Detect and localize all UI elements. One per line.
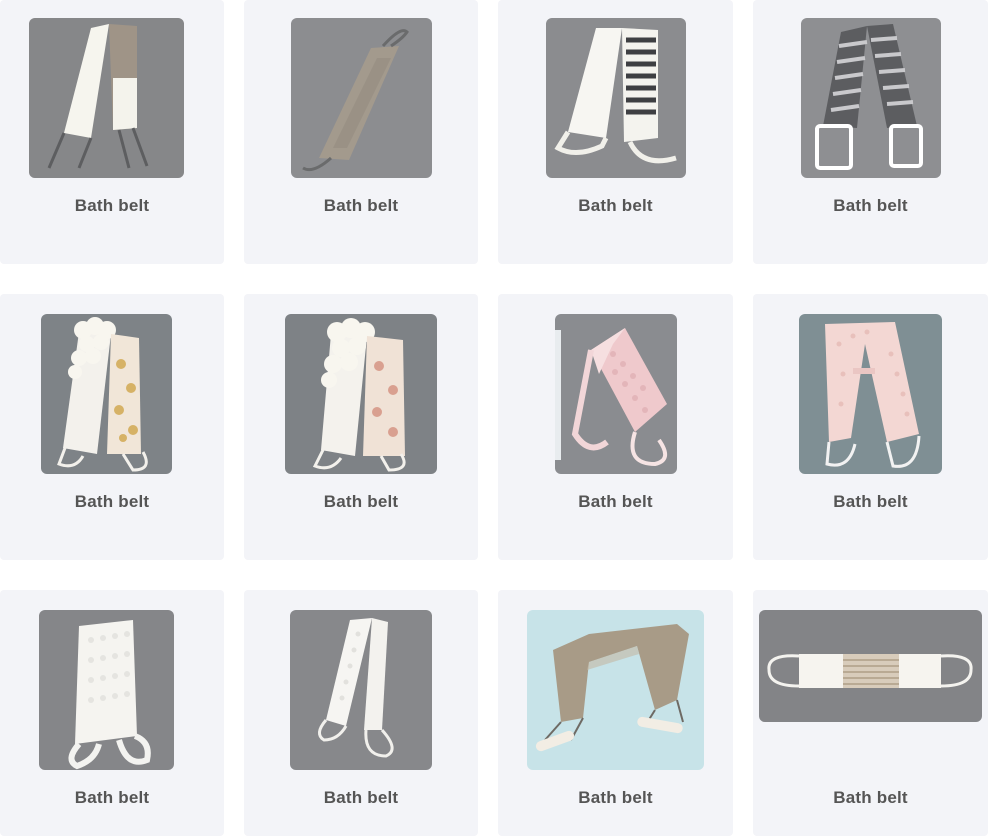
bath-belt-white-narrow-icon[interactable] — [290, 610, 432, 770]
product-card[interactable]: Bath belt — [498, 590, 733, 836]
product-card[interactable]: Bath belt — [753, 0, 988, 264]
bath-belt-white-quilted-icon[interactable] — [39, 610, 174, 770]
product-card[interactable]: Bath belt — [0, 0, 224, 264]
bath-belt-ruffle-floral-wide-icon[interactable] — [285, 314, 437, 474]
product-name[interactable]: Bath belt — [753, 492, 988, 512]
product-name[interactable]: Bath belt — [0, 492, 224, 512]
bath-belt-horizontal-icon[interactable] — [759, 610, 982, 722]
bath-belt-jute-wooden-handles-icon[interactable] — [527, 610, 704, 770]
bath-belt-pink-long-icon[interactable] — [799, 314, 942, 474]
product-name[interactable]: Bath belt — [753, 788, 988, 808]
product-name[interactable]: Bath belt — [244, 492, 478, 512]
bath-belt-striped-white-icon[interactable] — [546, 18, 686, 178]
product-card[interactable]: Bath belt — [244, 294, 478, 560]
product-card[interactable]: Bath belt — [753, 294, 988, 560]
product-card[interactable]: Bath belt — [244, 0, 478, 264]
product-name[interactable]: Bath belt — [498, 492, 733, 512]
product-card[interactable]: Bath belt — [498, 0, 733, 264]
product-card[interactable]: Bath belt — [0, 294, 224, 560]
product-card[interactable]: Bath belt — [0, 590, 224, 836]
bath-belt-striped-grey-handles-icon[interactable] — [801, 18, 941, 178]
product-card[interactable]: Bath belt — [244, 590, 478, 836]
product-card[interactable]: Bath belt — [498, 294, 733, 560]
product-name[interactable]: Bath belt — [244, 196, 478, 216]
product-name[interactable]: Bath belt — [498, 196, 733, 216]
bath-belt-pink-quilted-icon[interactable] — [555, 314, 677, 474]
product-name[interactable]: Bath belt — [0, 196, 224, 216]
bath-belt-grey-linen-icon[interactable] — [291, 18, 432, 178]
product-name[interactable]: Bath belt — [498, 788, 733, 808]
product-name[interactable]: Bath belt — [0, 788, 224, 808]
product-card[interactable]: Bath belt — [753, 590, 988, 836]
bath-belt-ruffle-floral-icon[interactable] — [41, 314, 172, 474]
product-name[interactable]: Bath belt — [753, 196, 988, 216]
bath-belt-linen-white-icon[interactable] — [29, 18, 184, 178]
product-name[interactable]: Bath belt — [244, 788, 478, 808]
